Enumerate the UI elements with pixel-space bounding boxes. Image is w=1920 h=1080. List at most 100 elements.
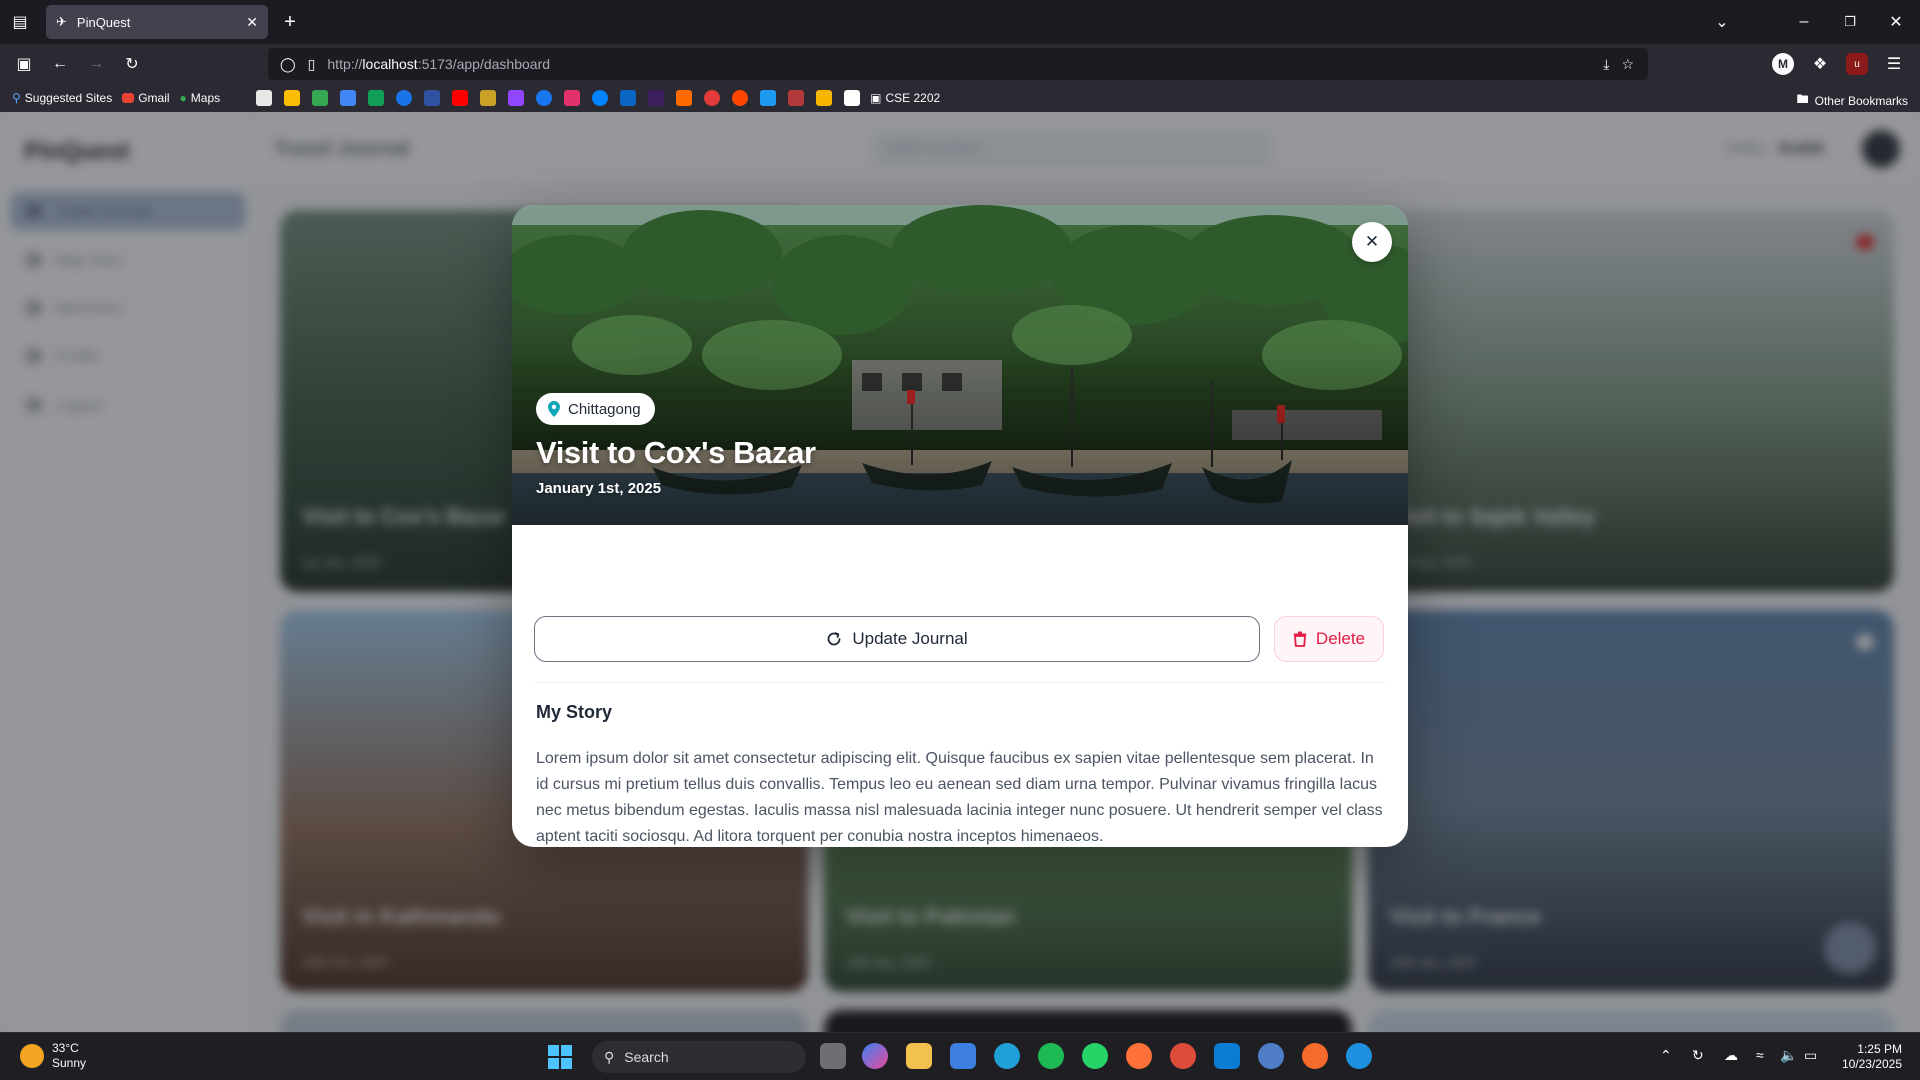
journal-date: January 1st, 2025 [536, 480, 662, 497]
date: 10/23/2025 [1841, 1057, 1902, 1071]
extensions-icon[interactable]: ❖ [1808, 52, 1832, 76]
badge-icon[interactable] [704, 90, 721, 106]
instagram-icon[interactable] [564, 90, 581, 106]
journal-title: Visit to Cox's Bazar [536, 435, 816, 470]
taskbar: 33°C Sunny ⚲ Search ⌃ ↻ ☁ ≈ 🔈 ▭ 1:25 PM 1… [0, 1032, 1920, 1080]
drive-icon[interactable] [284, 90, 301, 106]
chrome-icon[interactable] [1170, 1043, 1196, 1069]
twitch-icon[interactable] [508, 90, 525, 106]
delete-label: Delete [1315, 629, 1366, 648]
battery-icon[interactable]: ▭ [1804, 1047, 1817, 1064]
docker-icon[interactable] [1346, 1043, 1372, 1069]
browser-tab[interactable]: ✈ PinQuest ✕ [46, 5, 268, 39]
time: 1:25 PM [1857, 1042, 1902, 1056]
task-view-icon[interactable] [820, 1043, 846, 1069]
forward-icon[interactable]: → [84, 52, 108, 76]
chevron-up-icon[interactable]: ⌃ [1660, 1047, 1672, 1064]
bookmark-suggested-sites[interactable]: ⚲ Suggested Sites [12, 91, 112, 105]
wifi-icon[interactable]: ≈ [1756, 1047, 1764, 1063]
app-viewport: PinQuest Travel Journal Map View Memorie… [0, 112, 1920, 1032]
account-icon[interactable]: M [1772, 53, 1794, 75]
other-bookmarks[interactable]: 🖿 Other Bookmarks [1797, 90, 1908, 111]
speaker-icon[interactable]: 🔈 [1780, 1047, 1797, 1064]
update-journal-label: Update Journal [852, 629, 968, 648]
edge-icon[interactable] [994, 1043, 1020, 1069]
clock[interactable]: 1:25 PM 10/23/2025 [1842, 1042, 1902, 1072]
update-journal-button[interactable]: Update Journal [534, 616, 1260, 662]
restore-icon[interactable]: ❐ [1838, 10, 1862, 34]
location-label: Chittagong [568, 400, 641, 418]
youtube-icon[interactable] [452, 90, 469, 106]
close-modal-button[interactable]: ✕ [1352, 222, 1392, 262]
sidebar-toggle-icon[interactable]: ▣ [12, 52, 36, 76]
bookmark-gmail[interactable]: Gmail [122, 91, 170, 105]
w-icon[interactable] [648, 90, 665, 106]
browser-tab-bar: ▤ ✈ PinQuest ✕ + ⌄ – ❐ ✕ [0, 0, 1920, 44]
delete-button[interactable]: Delete [1274, 616, 1384, 662]
new-tab-icon[interactable]: + [278, 10, 302, 34]
close-window-icon[interactable]: ✕ [1884, 10, 1908, 34]
weather-widget[interactable]: 33°C Sunny [20, 1041, 86, 1071]
weather-condition: Sunny [52, 1056, 87, 1070]
menu-icon[interactable]: ☰ [1882, 52, 1906, 76]
mt-icon[interactable] [480, 90, 497, 106]
facebook-icon[interactable] [536, 90, 553, 106]
search-icon: ⚲ [12, 91, 21, 105]
divider [534, 682, 1386, 683]
download-icon[interactable]: ⤓ [1603, 56, 1609, 73]
drive-icon[interactable] [340, 90, 357, 106]
bookmark-maps[interactable]: ● Maps [180, 91, 221, 105]
messenger-icon[interactable] [592, 90, 609, 106]
beach-photo [512, 205, 1408, 525]
postman-icon[interactable] [1302, 1043, 1328, 1069]
cloud-icon[interactable]: ☁ [1724, 1047, 1738, 1064]
journal-detail-modal: ✕ Chittagong Visit to Cox's Bazar Januar… [512, 205, 1408, 847]
bookmarks-bar: ⚲ Suggested Sites Gmail ● Maps ▣ CSE 2202 🖿… [0, 84, 1920, 112]
book-icon[interactable] [788, 90, 805, 106]
chevron-down-icon[interactable]: ⌄ [1710, 10, 1734, 34]
qbittorrent-icon[interactable] [1258, 1043, 1284, 1069]
sun-icon [20, 1044, 44, 1068]
drive-icon[interactable] [312, 90, 329, 106]
reddit-icon[interactable] [732, 90, 749, 106]
chatgpt-icon[interactable] [256, 90, 273, 106]
trash-icon [1293, 631, 1307, 647]
hero-image [512, 205, 1408, 525]
copilot-icon[interactable] [862, 1043, 888, 1069]
tab-title: PinQuest [76, 14, 131, 30]
share-icon[interactable] [676, 90, 693, 106]
firefox-icon[interactable] [1126, 1043, 1152, 1069]
reload-icon[interactable]: ↻ [120, 52, 144, 76]
taskbar-search[interactable]: ⚲ Search [592, 1041, 806, 1073]
search-icon: ⚲ [604, 1048, 615, 1065]
star-icon[interactable]: ☆ [1621, 56, 1634, 73]
drive-icon[interactable] [368, 90, 385, 106]
whatsapp-icon[interactable] [1082, 1043, 1108, 1069]
browser-toolbar: ▣ ← → ↻ ◯ ▯ http://localhost:5173/app/da… [0, 44, 1920, 84]
temperature: 33°C [52, 1041, 79, 1055]
ublock-icon[interactable]: u [1846, 53, 1868, 75]
tab-list-icon[interactable]: ▤ [8, 10, 32, 34]
back-icon[interactable]: ← [48, 52, 72, 76]
bookmark-folder-cse[interactable]: ▣ CSE 2202 [870, 91, 940, 105]
windows-start-icon[interactable] [548, 1045, 572, 1069]
store-icon[interactable] [950, 1043, 976, 1069]
map-pin-icon [548, 401, 560, 417]
twitter-icon[interactable] [760, 90, 777, 106]
url-text[interactable]: http://localhost:5173/app/dashboard [327, 56, 550, 72]
spotify-icon[interactable] [1038, 1043, 1064, 1069]
bar-chart-icon[interactable] [816, 90, 833, 106]
file-explorer-icon[interactable] [906, 1043, 932, 1069]
shield-icon[interactable]: ◯ [280, 56, 296, 73]
close-tab-icon[interactable]: ✕ [246, 14, 258, 31]
vscode-icon[interactable] [1214, 1043, 1240, 1069]
translate-icon[interactable] [396, 90, 413, 106]
airplane-icon: ✈ [56, 14, 67, 29]
sync-icon[interactable]: ↻ [1692, 1047, 1704, 1064]
linkedin-icon[interactable] [620, 90, 637, 106]
folder-image-icon: ▣ [870, 91, 882, 105]
mal-icon[interactable] [424, 90, 441, 106]
sk-icon[interactable] [844, 90, 861, 106]
minimize-icon[interactable]: – [1792, 10, 1816, 34]
url-bar[interactable]: ◯ ▯ http://localhost:5173/app/dashboard … [268, 48, 1648, 80]
